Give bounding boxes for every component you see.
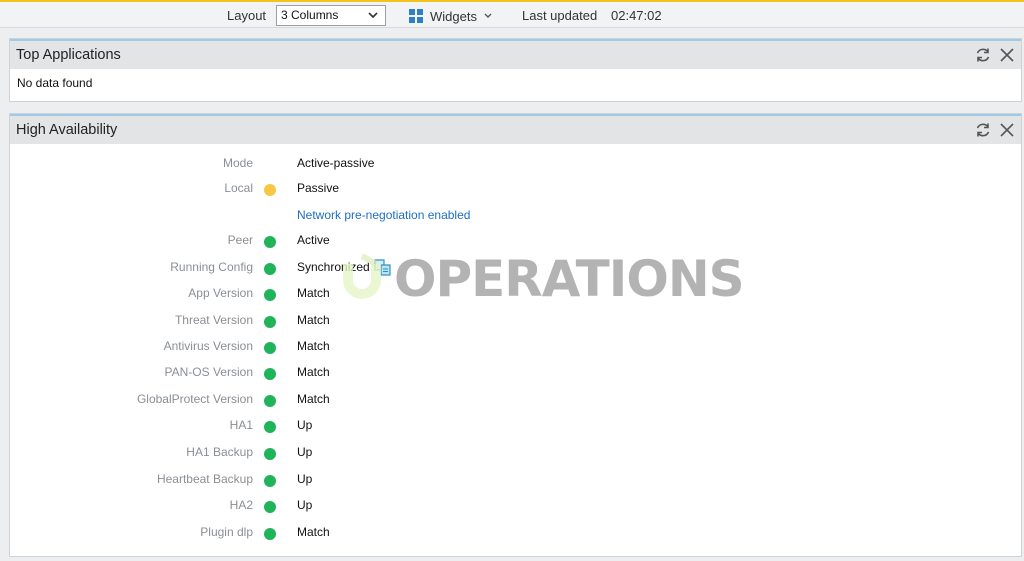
widget-header: High Availability <box>10 114 1021 144</box>
status-dot-icon <box>264 342 276 354</box>
chevron-down-icon <box>484 13 492 18</box>
ha-row-value: Match <box>297 392 330 406</box>
watermark-text: OPERATIONS <box>394 250 745 308</box>
ha-row-label: App Version <box>188 286 253 300</box>
widgets-label: Widgets <box>430 8 477 24</box>
ha-row-label: HA2 <box>229 498 253 512</box>
ha-row-value: Match <box>297 286 330 300</box>
top-applications-widget: Top Applications No data found <box>9 38 1022 102</box>
layout-select[interactable]: 3 Columns <box>276 5 386 26</box>
ha-row-label: PAN-OS Version <box>164 365 253 379</box>
refresh-icon[interactable] <box>974 121 992 139</box>
ha-row-value: Active <box>297 233 330 247</box>
ha-row: HA2 Up <box>10 497 1021 515</box>
chevron-down-icon <box>368 12 378 19</box>
status-dot-icon <box>264 316 276 328</box>
ha-row-label: GlobalProtect Version <box>136 392 253 406</box>
ha-row-value: Active-passive <box>297 156 375 170</box>
widget-title: Top Applications <box>16 47 121 63</box>
close-icon[interactable] <box>998 121 1016 139</box>
status-dot-icon <box>264 501 276 513</box>
ha-row-value: Match <box>297 525 330 539</box>
status-dot-icon <box>264 368 276 380</box>
last-updated-time: 02:47:02 <box>611 8 662 23</box>
ha-row-value: Match <box>297 365 330 379</box>
ha-row: HA1 Backup Up <box>10 444 1021 462</box>
widgets-grid-icon <box>409 9 423 23</box>
ha-row: Threat Version Match <box>10 312 1021 330</box>
refresh-icon[interactable] <box>974 46 992 64</box>
ha-row-value: Match <box>297 313 330 327</box>
ha-row: Plugin dlp Match <box>10 524 1021 542</box>
watermark-logo <box>343 253 381 299</box>
ha-row-label: Threat Version <box>174 313 253 327</box>
status-dot-icon <box>264 448 276 460</box>
status-dot-icon <box>264 289 276 301</box>
status-dot-icon <box>264 421 276 433</box>
empty-message: No data found <box>17 76 93 90</box>
ha-row-value: Up <box>297 445 313 459</box>
high-availability-widget: High Availability Mode Active-passive Loca… <box>9 113 1022 557</box>
ha-row-value: Passive <box>297 181 340 195</box>
ha-row: Network pre-negotiation enabled <box>10 207 1021 225</box>
ha-row: PAN-OS Version Match <box>10 364 1021 382</box>
ha-row: Peer Active <box>10 232 1021 250</box>
ha-row: Antivirus Version Match <box>10 338 1021 356</box>
ha-row-value: Up <box>297 472 313 486</box>
ha-row: GlobalProtect Version Match <box>10 391 1021 409</box>
ha-row: Local Passive <box>10 180 1021 198</box>
status-dot-icon <box>264 263 276 275</box>
close-icon[interactable] <box>998 46 1016 64</box>
watermark: OPERATIONS <box>338 250 745 308</box>
widgets-button[interactable]: Widgets <box>408 6 493 26</box>
widget-header: Top Applications <box>10 39 1021 69</box>
ha-row-label: Antivirus Version <box>163 339 253 353</box>
dashboard-toolbar: Layout 3 Columns Widgets Last updated 02… <box>0 0 1024 28</box>
layout-label: Layout <box>227 8 267 23</box>
ha-row-label: Peer <box>227 233 253 247</box>
ha-row: HA1 Up <box>10 417 1021 435</box>
ha-row-value: Match <box>297 339 330 353</box>
ha-row-label: Heartbeat Backup <box>156 472 253 486</box>
ha-row: Mode Active-passive <box>10 155 1021 173</box>
ha-row-label: Mode <box>222 156 253 170</box>
ha-row-label: Plugin dlp <box>200 525 253 539</box>
ha-row: Heartbeat Backup Up <box>10 471 1021 489</box>
layout-select-value: 3 Columns <box>281 8 339 22</box>
network-prenegotiation-link[interactable]: Network pre-negotiation enabled <box>297 208 470 222</box>
widget-title: High Availability <box>16 122 118 138</box>
status-dot-icon <box>264 395 276 407</box>
status-dot-icon <box>264 475 276 487</box>
status-dot-icon <box>264 184 276 196</box>
ha-row-label: HA1 Backup <box>186 445 253 459</box>
ha-row-label: HA1 <box>229 418 253 432</box>
last-updated-label: Last updated <box>522 8 598 23</box>
ha-row-label: Running Config <box>170 260 253 274</box>
ha-row-value: Up <box>297 498 313 512</box>
status-dot-icon <box>264 236 276 248</box>
ha-row-value: Up <box>297 418 313 432</box>
status-dot-icon <box>264 528 276 540</box>
ha-row-label: Local <box>224 181 253 195</box>
